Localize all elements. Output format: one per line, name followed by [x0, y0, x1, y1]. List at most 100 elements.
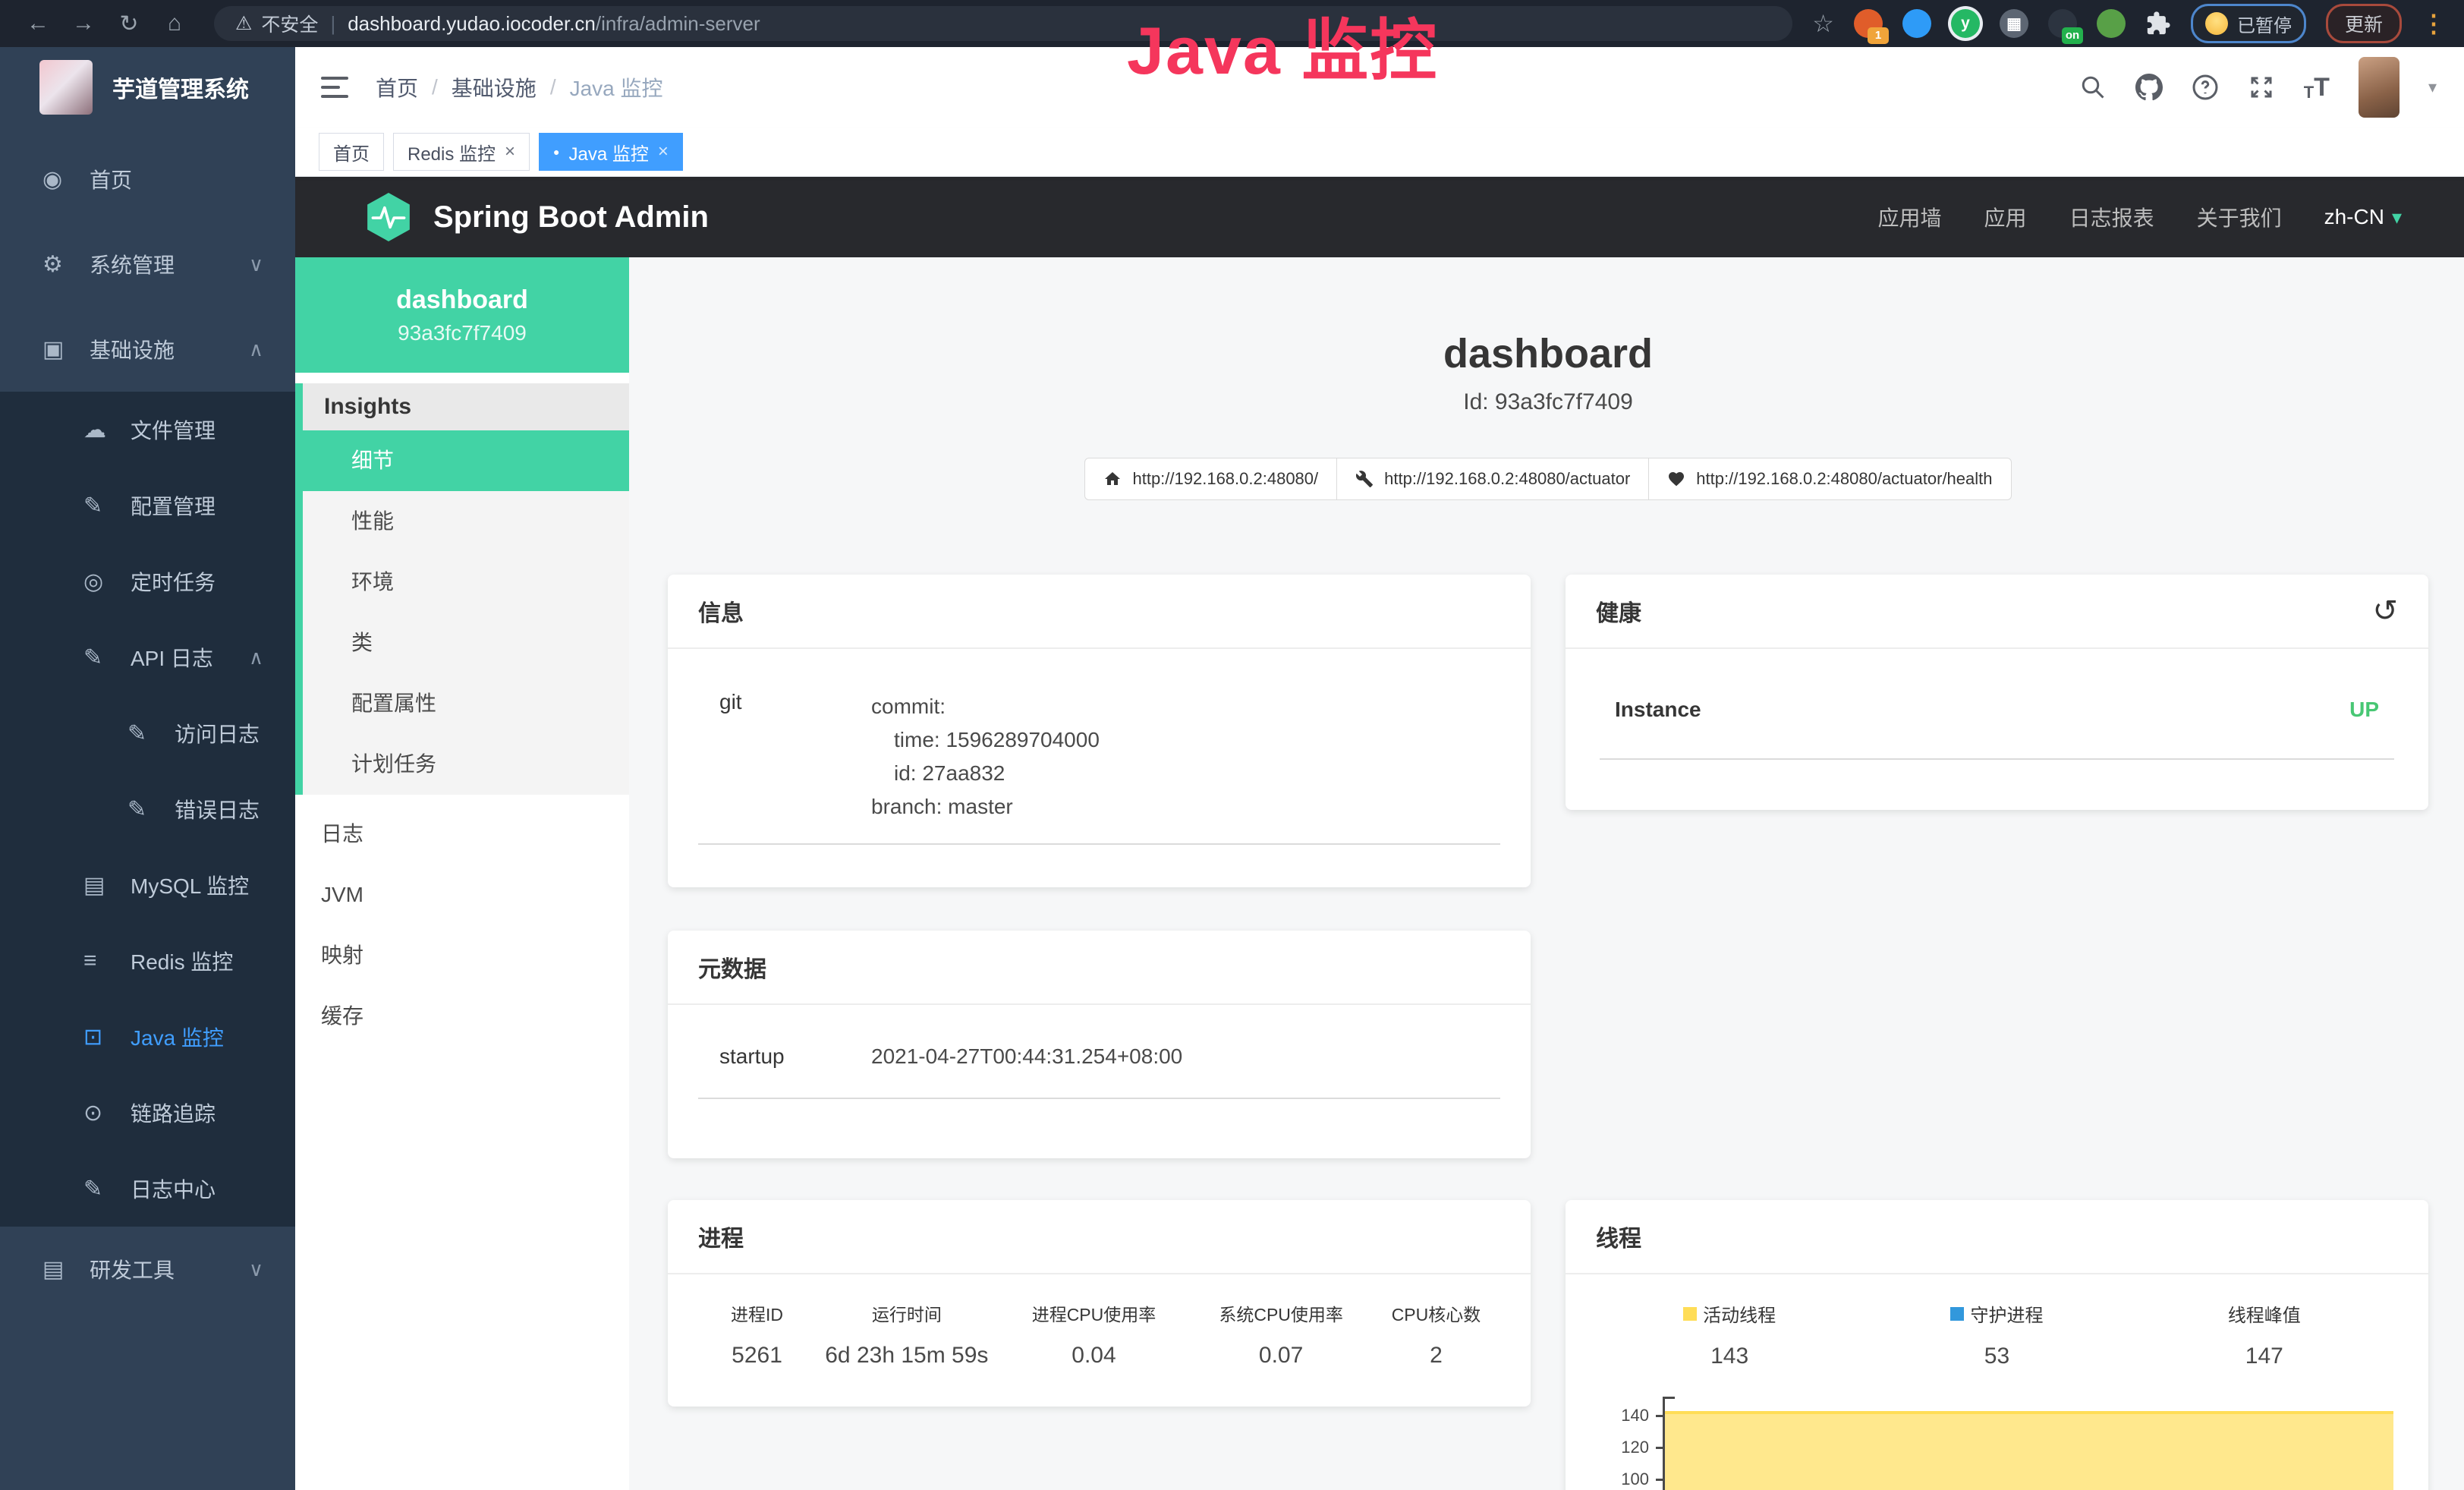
cards-row-1: 信息 git commit: [668, 575, 2428, 1158]
sba-logo-icon[interactable] [363, 192, 414, 242]
browser-extension-icon[interactable]: ▦ [2000, 9, 2028, 38]
sidebar-item[interactable]: ⚙ 系统管理 ∨ [0, 222, 295, 307]
instance-menu-item[interactable]: 日志 [295, 804, 629, 865]
sba-brand[interactable]: Spring Boot Admin [433, 200, 709, 235]
help-icon[interactable] [2192, 74, 2219, 101]
app-logo[interactable]: 芋道管理系统 [0, 47, 295, 128]
sidebar-item-icon: ✎ [127, 720, 164, 747]
history-icon[interactable]: ↺ [2372, 596, 2398, 626]
tag-view[interactable]: 首页 [319, 133, 384, 171]
instance-menu-item[interactable]: 性能 [303, 491, 629, 552]
instance-menu-item[interactable]: 配置属性 [303, 673, 629, 734]
font-size-icon[interactable]: TT [2304, 73, 2330, 102]
instance-menu-item[interactable]: 映射 [295, 925, 629, 986]
process-table: 进程ID 5261 运行时间 6d 23h 15m 59s [698, 1300, 1500, 1369]
sidebar-item[interactable]: ▤ 研发工具 ∨ [0, 1227, 295, 1312]
close-icon[interactable]: × [505, 141, 515, 162]
instance-menu-item[interactable]: 环境 [303, 552, 629, 613]
sba-nav-link[interactable]: 应用 [1984, 202, 2027, 232]
sidebar-item[interactable]: ✎ 错误日志 [0, 771, 295, 847]
extensions-puzzle-icon[interactable] [2145, 11, 2171, 36]
browser-extension-icon[interactable]: on [2048, 9, 2077, 38]
browser-extension-icon[interactable] [2097, 9, 2126, 38]
browser-reload-icon[interactable]: ↻ [109, 11, 149, 37]
tag-label: Java 监控 [569, 139, 649, 165]
sidebar-item[interactable]: ✎ API 日志 ∧ [0, 619, 295, 695]
fullscreen-icon[interactable] [2248, 74, 2275, 101]
sidebar-item[interactable]: ▤ MySQL 监控 [0, 847, 295, 923]
instance-menu-item[interactable]: 类 [303, 613, 629, 673]
instance-menu-item[interactable]: 缓存 [295, 986, 629, 1047]
security-label[interactable]: 不安全 [261, 10, 318, 37]
github-icon[interactable] [2135, 74, 2163, 101]
git-row: git commit: time: 1596289704000 [698, 690, 1500, 824]
hamburger-icon[interactable] [321, 77, 348, 98]
breadcrumb-item[interactable]: 基础设施 [452, 72, 537, 102]
legend-label: 守护进程 [1970, 1300, 2043, 1327]
sidebar-item-icon: ≡ [83, 948, 120, 974]
metadata-card: 元数据 startup 2021-04-27T00:44:31.254+08:0… [668, 931, 1531, 1158]
sidebar-item-label: 配置管理 [131, 490, 216, 521]
instance-health-row: Instance UP [1600, 698, 2394, 722]
address-bar[interactable]: ⚠ 不安全 | dashboard.yudao.iocoder.cn /infr… [214, 6, 1792, 41]
sba-nav-link[interactable]: 日志报表 [2069, 202, 2154, 232]
warning-icon: ⚠ [235, 12, 252, 35]
sidebar-item[interactable]: ☁ 文件管理 [0, 392, 295, 468]
card-title: 线程 [1596, 1220, 1641, 1253]
left-card-stack: 信息 git commit: [668, 575, 1531, 1158]
tag-view[interactable]: ● Java 监控 × [539, 133, 683, 171]
sba-nav-link[interactable]: 应用墙 [1878, 202, 1942, 232]
user-avatar[interactable] [2359, 57, 2399, 118]
sidebar-item[interactable]: ≡ Redis 监控 [0, 923, 295, 999]
sidebar-item[interactable]: ◎ 定时任务 [0, 543, 295, 619]
startup-row: startup 2021-04-27T00:44:31.254+08:00 [698, 1044, 1500, 1069]
sidebar-item[interactable]: ✎ 日志中心 [0, 1151, 295, 1227]
app-frame: 芋道管理系统 ◉ 首页 ⚙ 系统管理 ∨ [0, 47, 2464, 1490]
instance-menu-item[interactable]: 计划任务 [303, 734, 629, 795]
y-axis-labels: 140 120 100 [1596, 1397, 1663, 1490]
legend-label: 活动线程 [1703, 1300, 1776, 1327]
close-icon[interactable]: × [658, 141, 669, 162]
sidebar-item-label: 系统管理 [90, 249, 175, 279]
browser-menu-icon[interactable]: ⋮ [2422, 9, 2446, 38]
breadcrumb-separator: / [432, 75, 438, 99]
caret-down-icon[interactable]: ▾ [2428, 77, 2437, 97]
sidebar-item[interactable]: ✎ 配置管理 [0, 468, 295, 543]
sidebar-menu: ◉ 首页 ⚙ 系统管理 ∨ ▣ 基础设施 ∧ [0, 137, 295, 1312]
sidebar-item[interactable]: ◉ 首页 [0, 137, 295, 222]
sidebar-item[interactable]: ⊡ Java 监控 [0, 999, 295, 1075]
breadcrumb-item[interactable]: Java 监控 [570, 72, 663, 102]
browser-back-icon[interactable]: ← [18, 11, 58, 36]
breadcrumb-item[interactable]: 首页 [376, 72, 418, 102]
sidebar-item[interactable]: ✎ 访问日志 [0, 695, 295, 771]
search-icon[interactable] [2079, 74, 2107, 101]
browser-home-icon[interactable]: ⌂ [155, 11, 194, 36]
tag-view[interactable]: Redis 监控 × [393, 133, 530, 171]
locale-select[interactable]: zh-CN ▾ [2324, 205, 2402, 229]
health-link-button[interactable]: http://192.168.0.2:48080/actuator/health [1648, 458, 2011, 500]
actuator-url: http://192.168.0.2:48080/actuator [1384, 469, 1630, 489]
card-title: 进程 [698, 1220, 744, 1253]
browser-extension-icon[interactable] [1902, 9, 1931, 38]
sidebar-item[interactable]: ▣ 基础设施 ∧ [0, 307, 295, 392]
process-column: CPU核心数 2 [1372, 1300, 1500, 1369]
sidebar-item[interactable]: ⊙ 链路追踪 [0, 1075, 295, 1151]
profile-paused-chip[interactable]: 已暂停 [2191, 4, 2306, 43]
home-link-button[interactable]: http://192.168.0.2:48080/ [1084, 458, 1337, 500]
bookmark-star-icon[interactable]: ☆ [1812, 9, 1834, 38]
browser-update-button[interactable]: 更新 [2326, 4, 2402, 43]
browser-extension-icon[interactable]: 1 [1854, 9, 1883, 38]
tag-label: Redis 监控 [408, 139, 496, 165]
browser-extension-icon[interactable]: y [1951, 9, 1980, 38]
sidebar-item-icon: ✎ [83, 644, 120, 671]
card-title: 健康 [1596, 594, 1641, 628]
value-line: id: 27aa832 [871, 757, 1100, 790]
actuator-link-button[interactable]: http://192.168.0.2:48080/actuator [1336, 458, 1649, 500]
sba-nav-link[interactable]: 关于我们 [2197, 202, 2282, 232]
legend-value: 53 [1863, 1344, 2130, 1369]
sidebar-item-label: 日志中心 [131, 1173, 216, 1204]
instance-menu-item[interactable]: JVM [295, 865, 629, 925]
tags-bar: 首页 Redis 监控 × ● Java 监控 × [295, 128, 2464, 177]
instance-menu-item[interactable]: 细节 [303, 430, 629, 491]
browser-forward-icon[interactable]: → [64, 11, 103, 36]
